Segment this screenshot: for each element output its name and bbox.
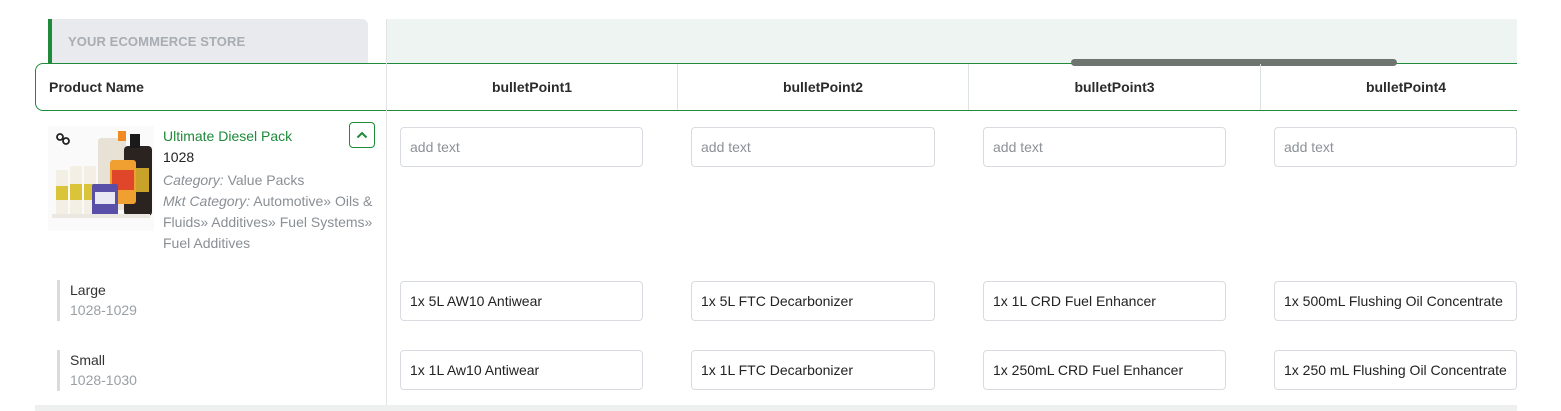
product-sku: 1028 <box>163 149 195 165</box>
product-category: Category: Value Packs <box>163 172 305 188</box>
large-bullet1-input[interactable] <box>400 281 643 321</box>
product-meta: Category: Value Packs Mkt Category: Auto… <box>163 170 373 254</box>
chevron-up-icon <box>356 131 368 139</box>
store-tab[interactable]: YOUR ECOMMERCE STORE <box>48 19 368 64</box>
large-bullet4-input[interactable] <box>1274 281 1517 321</box>
header-bulletpoint3[interactable]: bulletPoint3 <box>969 64 1260 110</box>
small-bullet4-input[interactable] <box>1274 350 1517 390</box>
variant-name: Small <box>70 352 106 368</box>
small-bullet1-input[interactable] <box>400 350 643 390</box>
header-bulletpoint2[interactable]: bulletPoint2 <box>678 64 968 110</box>
header-band <box>387 19 1517 64</box>
product-bullet3-input[interactable] <box>983 127 1226 167</box>
small-bullet2-input[interactable] <box>691 350 935 390</box>
product-title-link[interactable]: Ultimate Diesel Pack <box>163 128 292 144</box>
large-bullet3-input[interactable] <box>983 281 1226 321</box>
collapse-button[interactable] <box>349 122 375 148</box>
small-bullet3-input[interactable] <box>983 350 1226 390</box>
variant-large: Large 1028-1029 <box>57 280 137 321</box>
header-bulletpoint1[interactable]: bulletPoint1 <box>387 64 677 110</box>
variant-small: Small 1028-1030 <box>57 350 137 391</box>
right-margin <box>1517 0 1561 411</box>
variant-sku: 1028-1029 <box>70 302 137 318</box>
product-bullet1-input[interactable] <box>400 127 643 167</box>
product-bullet2-input[interactable] <box>691 127 935 167</box>
header-product-name[interactable]: Product Name <box>49 64 144 110</box>
product-mkt-category: Mkt Category: Automotive» Oils & Fluids»… <box>163 193 373 251</box>
variant-sku: 1028-1030 <box>70 372 137 388</box>
header-bulletpoint4[interactable]: bulletPoint4 <box>1261 64 1551 110</box>
grid-bottom-edge <box>35 405 1517 411</box>
large-bullet2-input[interactable] <box>691 281 935 321</box>
variant-name: Large <box>70 282 106 298</box>
product-bullet4-input[interactable] <box>1274 127 1517 167</box>
link-icon <box>56 133 70 145</box>
